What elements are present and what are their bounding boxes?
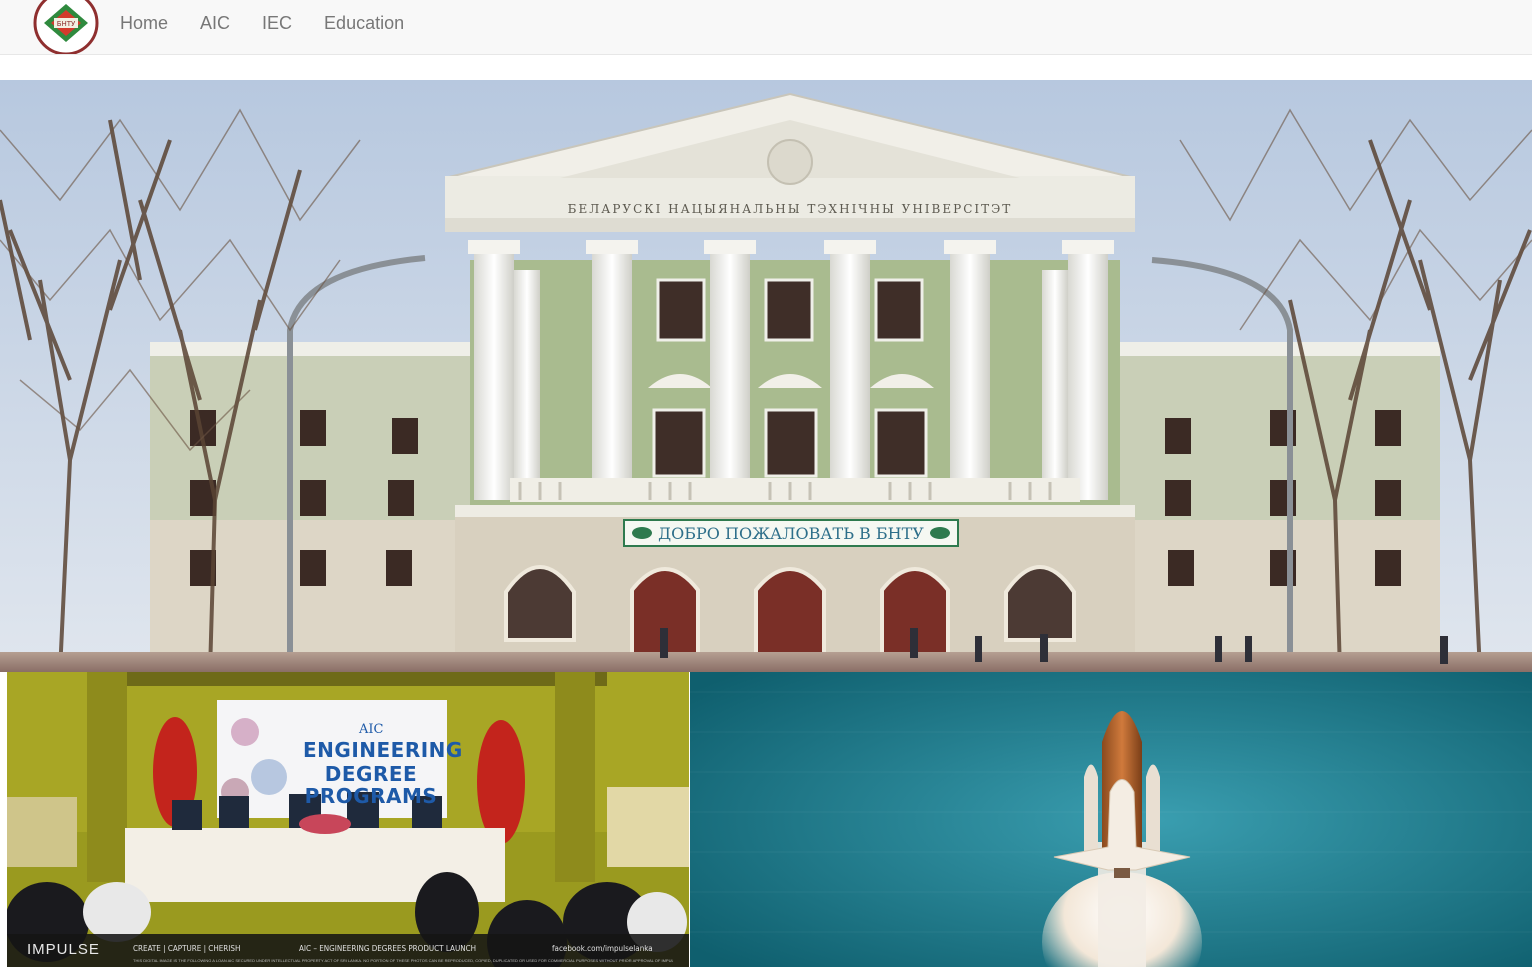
banner-title-line2: DEGREE xyxy=(324,762,418,786)
nav-education-link[interactable]: Education xyxy=(308,0,420,46)
footer-caption: AIC – ENGINEERING DEGREES PRODUCT LAUNCH xyxy=(299,944,477,953)
banner-brand-text: AIC xyxy=(359,722,384,737)
university-logo[interactable]: БНТУ xyxy=(33,0,99,56)
nav-home-link[interactable]: Home xyxy=(104,0,184,46)
banner-title-line3: PROGRAMS xyxy=(304,784,438,808)
top-navbar: БНТУ Home AIC IEC Education xyxy=(0,0,1532,56)
photo-credit-strip: IMPULSE CREATE | CAPTURE | CHERISH AIC –… xyxy=(7,934,689,967)
shuttle-launch-photo xyxy=(690,672,1532,967)
banner-title-line1: ENGINEERING xyxy=(303,738,463,762)
hero-university-photo: БЕЛАРУСКІ НАЦЫЯНАЛЬНЫ ТЭХНІЧНЫ УНІВЕРСІТ… xyxy=(0,80,1532,672)
nav-aic-link[interactable]: AIC xyxy=(184,0,246,46)
logo-text: БНТУ xyxy=(57,20,76,28)
welcome-banner-text: ДОБРО ПОЖАЛОВАТЬ В БНТУ xyxy=(658,524,924,543)
impulse-brand: IMPULSE xyxy=(27,941,100,958)
footer-social-link: facebook.com/impulselanka xyxy=(552,944,653,953)
footer-tagline: CREATE | CAPTURE | CHERISH xyxy=(133,944,241,953)
event-launch-photo: AIC ENGINEERING DEGREE PROGRAMS IMPULSE … xyxy=(7,672,689,967)
facade-inscription: БЕЛАРУСКІ НАЦЫЯНАЛЬНЫ ТЭХНІЧНЫ УНІВЕРСІТ… xyxy=(568,202,1013,216)
footer-fineprint: THIS DIGITAL IMAGE IS THE FOLLOWING A LO… xyxy=(133,958,673,963)
nav-links: Home AIC IEC Education xyxy=(104,0,420,46)
nav-iec-link[interactable]: IEC xyxy=(246,0,308,46)
